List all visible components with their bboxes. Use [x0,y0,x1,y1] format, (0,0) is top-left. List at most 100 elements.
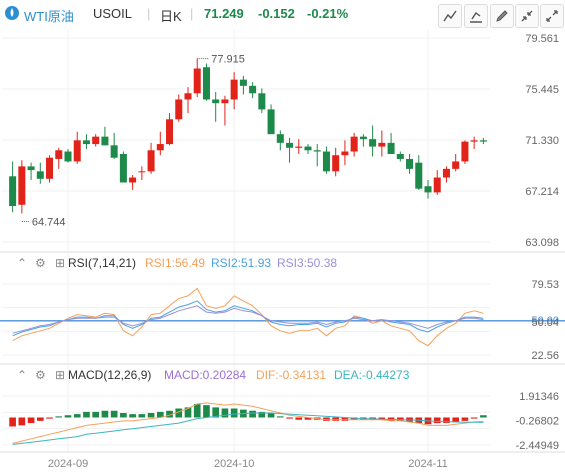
macd-histogram-bar [286,417,293,419]
candle-body [138,171,146,173]
macd-histogram-bar [73,414,81,418]
macd-histogram-bar [55,416,63,418]
date-tick-label: 2024-11 [408,458,448,470]
candle-body [313,150,321,152]
settings-icon[interactable]: ⚙ [35,256,46,270]
rsi-tick-label: 50.04 [531,317,559,329]
macd-histogram-bar [193,404,201,418]
candle-body [82,140,90,145]
candle-body [212,99,220,104]
rsi-tick-label: 22.56 [531,350,559,362]
candle-body [304,146,312,151]
candle-body [396,153,404,159]
candle-body [433,177,441,193]
candle-body [387,142,395,154]
macd-histogram-bar [332,417,340,421]
chart-area[interactable]: 77.915 64.744 79.561 75.445 71.330 67.214 63.0… [0,0,565,474]
candle-body [332,155,340,172]
macd-histogram-bar [470,417,478,419]
macd-line-dif [12,402,484,444]
candle-body [156,144,164,151]
candle-body [119,153,127,183]
expand-box-icon[interactable]: ⊞ [55,368,65,382]
price-tick-label: 67.214 [525,186,559,198]
price-tick-label: 79.561 [525,33,559,45]
expand-box-icon[interactable]: ⊞ [55,256,65,270]
candle-body [424,186,432,193]
candle-body [230,79,238,100]
dea-value: DEA:-0.44273 [334,368,410,382]
candle-body [92,136,100,145]
macd-histogram-bar [267,412,275,418]
macd-histogram-bar [110,410,118,418]
candle-body [110,145,118,158]
macd-histogram-bar [461,417,469,421]
macd-histogram-bar [433,417,441,424]
candle-body [350,136,358,152]
macd-histogram-bar [230,408,238,418]
macd-histogram-bar [83,411,90,418]
macd-histogram-bar [221,408,229,418]
candle-body [64,151,72,162]
rsi-tick-label: 79.53 [531,279,559,291]
candle-body [322,151,330,172]
collapse-icon[interactable]: ⌃ [17,368,27,382]
candle-body [452,161,460,169]
macd-histogram-bar [64,415,72,418]
macd-label: MACD(12,26,9) [68,368,152,382]
macd-series [9,402,487,445]
candle-body [18,166,26,205]
macd-tick-label: 1.91346 [519,391,559,403]
collapse-icon[interactable]: ⌃ [17,256,27,270]
macd-histogram-bar [92,411,100,418]
candle-body [479,140,487,142]
candle-body [55,150,63,159]
candle-body [221,99,229,104]
candle-body [175,99,183,120]
candle-body [267,109,275,135]
macd-histogram-bar [249,410,256,418]
macd-histogram-bar [101,410,109,418]
macd-histogram-bar [120,412,127,418]
macd-histogram-bar [9,417,16,427]
macd-value: MACD:0.20284 [164,368,247,382]
low-annotation: 64.744 [32,216,66,228]
candle-body [378,142,386,147]
candle-body [193,68,201,94]
rsi3-value: RSI3:50.38 [277,256,338,270]
settings-icon[interactable]: ⚙ [35,368,46,382]
macd-histogram-bar [138,414,146,418]
rsi1-value: RSI1:56.49 [145,256,206,270]
candle-body [369,139,377,147]
candle-body [147,150,155,172]
candle-body [359,136,367,140]
price-tick-label: 63.098 [525,237,559,249]
candle-body [27,166,35,171]
candle-body [415,162,423,189]
price-tick-label: 71.330 [525,135,559,147]
macd-histogram-bar [480,415,487,418]
macd-tick-label: -0.26802 [516,416,559,428]
candle-body [239,79,247,86]
rsi-legend: ⌃ ⚙ ⊞ RSI(7,14,21) RSI1:56.49 RSI2:51.93… [0,256,565,274]
candle-body [46,157,54,179]
macd-histogram-bar [46,417,53,419]
chart-grid [0,30,565,453]
macd-histogram-bar [147,412,155,418]
rsi2-value: RSI2:51.93 [211,256,272,270]
candle-body [442,168,450,178]
macd-histogram-bar [36,417,44,421]
macd-histogram-bar [129,414,136,418]
candle-body [202,67,210,100]
date-tick-label: 2024-10 [214,458,254,470]
candle-body [276,134,284,143]
candle-body [286,142,294,148]
price-tick-label: 75.445 [525,84,559,96]
macd-histogram-bar [203,405,210,418]
candle-body [406,158,414,169]
candle-body [129,177,137,183]
candle-body [166,119,174,145]
candle-body [341,151,349,156]
candle-body [249,85,257,94]
candle-body [36,171,44,179]
